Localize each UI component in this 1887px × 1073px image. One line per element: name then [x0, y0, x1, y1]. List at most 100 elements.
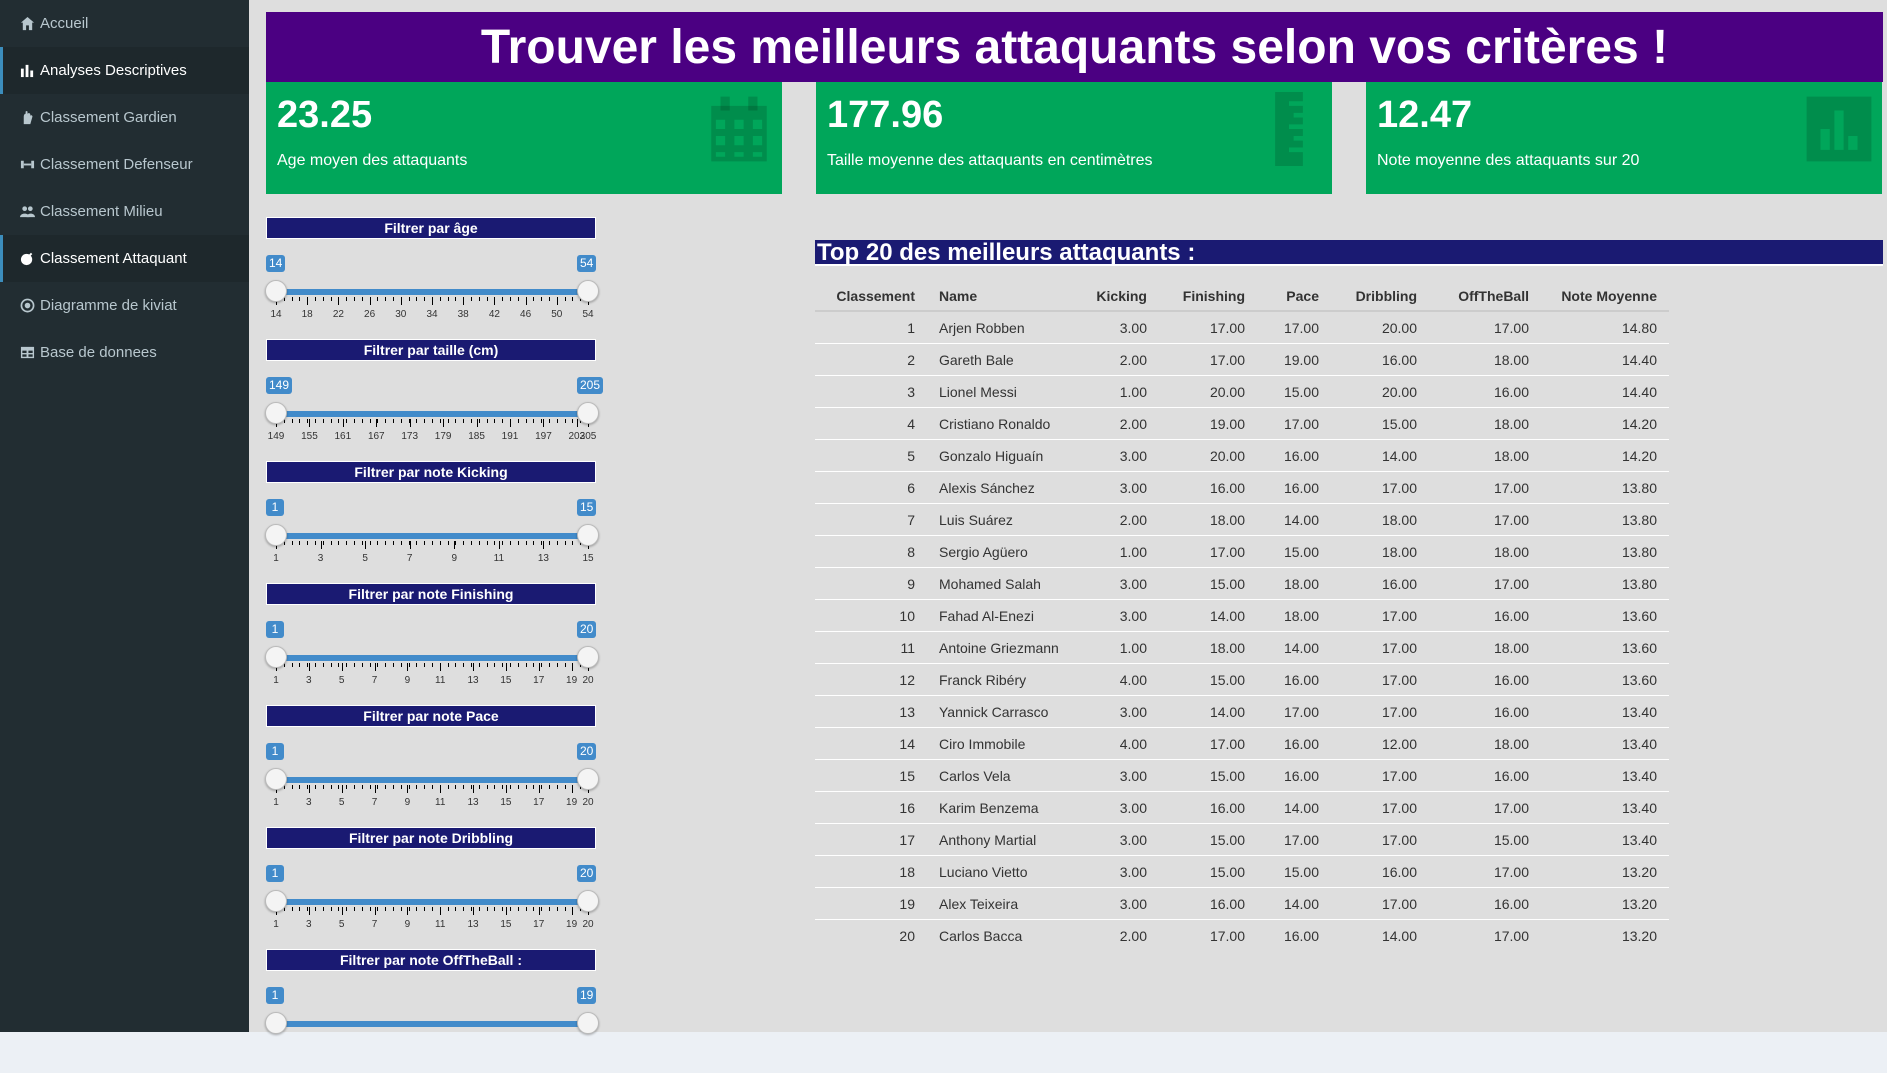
- slider-minor-tick: [354, 785, 355, 789]
- slider-minor-tick: [463, 419, 465, 423]
- sidebar-item-label: Accueil: [40, 15, 89, 32]
- table-cell: 3.00: [1119, 319, 1147, 336]
- table-cell: 16.00: [1257, 471, 1331, 504]
- slider-minor-tick: [525, 663, 527, 667]
- column-header[interactable]: OffTheBall: [1429, 282, 1541, 312]
- sidebar-item-analyses-descriptives[interactable]: Analyses Descriptives: [0, 47, 249, 94]
- slider-track[interactable]: [276, 777, 588, 783]
- sidebar-item-classement-milieu[interactable]: Classement Milieu: [0, 188, 249, 235]
- table-cell: 16.00: [1429, 695, 1541, 728]
- slider-minor-tick: [424, 541, 426, 545]
- slider-minor-tick: [502, 907, 504, 911]
- slider-tick-label: 9: [404, 919, 411, 930]
- slider-min-handle[interactable]: [265, 1012, 287, 1034]
- slider-tick-label: 3: [317, 553, 324, 564]
- slider-minor-tick: [377, 785, 379, 789]
- slider-minor-tick: [393, 419, 394, 423]
- slider-max-handle[interactable]: [577, 402, 599, 424]
- sidebar-item-base-de-donnees[interactable]: Base de donnees: [0, 329, 249, 376]
- column-header[interactable]: Pace: [1257, 282, 1331, 312]
- slider-min-handle[interactable]: [265, 402, 287, 424]
- slider-track[interactable]: [276, 1021, 588, 1027]
- slider-minor-tick: [393, 663, 394, 667]
- range-slider-offtheball[interactable]: 1 19: [265, 977, 599, 1057]
- slider-track[interactable]: [276, 289, 588, 295]
- slider-minor-tick: [463, 541, 465, 545]
- slider-minor-tick: [354, 541, 355, 545]
- sidebar-item-diagramme-kiviat[interactable]: Diagramme de kiviat: [0, 282, 249, 329]
- slider-tick-label: 167: [367, 431, 385, 442]
- slider-max-handle[interactable]: [577, 768, 599, 790]
- sidebar-item-classement-defenseur[interactable]: Classement Defenseur: [0, 141, 249, 188]
- slider-minor-tick: [416, 907, 418, 911]
- slider-max-handle[interactable]: [577, 890, 599, 912]
- table-cell: 17.00: [1429, 567, 1541, 600]
- table-cell: 14: [815, 727, 927, 760]
- table-cell: 3.00: [1081, 567, 1159, 600]
- column-header[interactable]: Classement: [815, 282, 927, 312]
- table-cell: 15.00: [1257, 535, 1331, 568]
- table-cell: 13.20: [1541, 887, 1669, 920]
- slider-minor-tick: [338, 907, 340, 911]
- table-cell: 13.20: [1541, 855, 1669, 888]
- slider-min-value: 1: [266, 499, 284, 516]
- table-row: 8 Sergio Agüero 1.00 17.00 15.00 18.00 18.00 13…: [815, 535, 1669, 568]
- table-cell: 14.00: [1159, 695, 1257, 728]
- slider-minor-tick: [385, 297, 387, 301]
- column-header[interactable]: Finishing: [1159, 282, 1257, 312]
- slider-max-handle[interactable]: [577, 646, 599, 668]
- slider-tick-label: 5: [362, 553, 368, 564]
- column-header[interactable]: Note Moyenne: [1541, 282, 1669, 312]
- table-cell: 13.20: [1541, 919, 1669, 951]
- slider-track[interactable]: [276, 533, 588, 539]
- slider-tick-label: 3: [306, 919, 312, 930]
- slider-tick-label: 20: [582, 919, 594, 930]
- table-cell: 16.00: [1257, 439, 1331, 472]
- slider-major-tick: [443, 419, 445, 427]
- slider-track[interactable]: [276, 655, 588, 661]
- slider-max-value: 20: [577, 865, 597, 882]
- slider-min-handle[interactable]: [265, 646, 287, 668]
- slider-minor-tick: [299, 297, 301, 301]
- column-header[interactable]: Kicking: [1081, 282, 1159, 312]
- slider-minor-tick: [291, 663, 293, 667]
- sidebar-item-classement-attaquant[interactable]: Classement Attaquant: [0, 235, 249, 282]
- slider-min-handle[interactable]: [265, 890, 287, 912]
- table-cell: 8: [815, 535, 927, 568]
- range-slider-pace[interactable]: 1 3 5 7 9 11 13 15 17 19 20 1 20: [265, 733, 599, 813]
- slider-min-handle[interactable]: [265, 280, 287, 302]
- column-header[interactable]: Name: [927, 282, 1081, 312]
- slider-track[interactable]: [276, 411, 588, 417]
- column-header[interactable]: Dribbling: [1331, 282, 1429, 312]
- table-cell: 15.00: [1159, 759, 1257, 792]
- slider-min-handle[interactable]: [265, 524, 287, 546]
- slider-min-handle[interactable]: [265, 768, 287, 790]
- sidebar-item-classement-gardien[interactable]: Classement Gardien: [0, 94, 249, 141]
- slider-major-tick: [341, 663, 343, 671]
- slider-minor-tick: [416, 541, 418, 545]
- slider-min-value: 149: [266, 377, 293, 394]
- sidebar-item-accueil[interactable]: Accueil: [0, 0, 249, 47]
- slider-track[interactable]: [276, 899, 588, 905]
- table-cell: 17.00: [1493, 319, 1529, 336]
- table-cell: 13: [815, 695, 927, 728]
- slider-minor-tick: [330, 419, 332, 423]
- range-slider-age[interactable]: 14 18 22 26 30 34 38 42 46 50 54 14 54: [265, 245, 599, 325]
- slider-max-handle[interactable]: [577, 280, 599, 302]
- table-cell: 14.00: [1257, 631, 1331, 664]
- table-cell: 1.00: [1081, 535, 1159, 568]
- slider-minor-tick: [556, 541, 558, 545]
- slider-tick-label: 185: [468, 431, 485, 442]
- table-row: 14 Ciro Immobile 4.00 17.00 16.00 12.00 18.00 1…: [815, 727, 1669, 760]
- slider-min-value: 1: [266, 865, 284, 882]
- slider-max-handle[interactable]: [577, 1012, 599, 1034]
- range-slider-kicking[interactable]: 1 3 5 7 9 11 13 15 1 15: [265, 489, 599, 569]
- range-slider-taille[interactable]: 149 155 161 167 173 179 185 191 197 203 205 149 205: [265, 367, 604, 447]
- slider-tick-label: 14: [270, 309, 282, 320]
- range-slider-dribbling[interactable]: 1 3 5 7 9 11 13 15 17 19 20 1 20: [265, 855, 599, 935]
- range-slider-finishing[interactable]: 1 3 5 7 9 11 13 15 17 19 20 1 20: [265, 611, 599, 691]
- table-cell: 4.00: [1081, 663, 1159, 696]
- slider-max-handle[interactable]: [577, 524, 599, 546]
- table-cell: 16.00: [1429, 375, 1541, 408]
- table-cell: 16.00: [1429, 887, 1541, 920]
